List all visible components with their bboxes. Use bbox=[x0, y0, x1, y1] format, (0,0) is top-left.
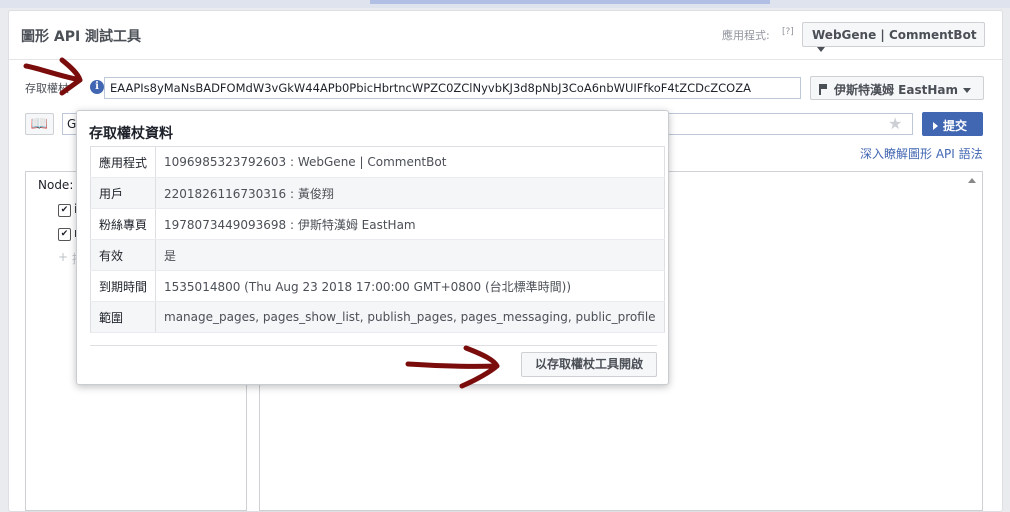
popover-title: 存取權杖資料 bbox=[89, 126, 173, 142]
top-strip-highlight bbox=[370, 0, 770, 4]
row-value: 1535014800 (Thu Aug 23 2018 17:00:00 GMT… bbox=[155, 270, 665, 302]
app-select-label: WebGene | CommentBot bbox=[812, 28, 977, 42]
app-label: 應用程式: bbox=[722, 29, 770, 42]
chevron-down-icon bbox=[817, 47, 825, 52]
field-checkbox[interactable]: ✔ bbox=[58, 228, 71, 241]
row-key: 到期時間 bbox=[90, 270, 157, 302]
row-value: manage_pages, pages_show_list, publish_p… bbox=[155, 301, 665, 333]
page-title: 圖形 API 測試工具 bbox=[21, 29, 142, 45]
table-row: 範圍 manage_pages, pages_show_list, publish… bbox=[90, 301, 665, 333]
field-checkbox[interactable]: ✔ bbox=[58, 204, 71, 217]
submit-label: 提交 bbox=[943, 119, 968, 133]
row-value: 1978073449093698 : 伊斯特漢姆 EastHam bbox=[155, 208, 665, 240]
node-label: Node: bbox=[38, 178, 74, 192]
token-info-table: 應用程式 1096985323792603 : WebGene | Comment… bbox=[90, 146, 665, 333]
play-icon bbox=[933, 122, 938, 130]
row-value: 是 bbox=[155, 239, 665, 271]
table-row: 用戶 2201826116730316 : 黃俊翔 bbox=[90, 177, 665, 209]
page-select[interactable]: 伊斯特漢姆 EastHam bbox=[810, 76, 984, 100]
help-link[interactable]: [?] bbox=[782, 27, 794, 37]
submit-button[interactable]: 提交 bbox=[922, 112, 983, 136]
top-strip bbox=[0, 0, 1010, 8]
row-key: 範圍 bbox=[90, 301, 157, 333]
panel-header: 圖形 API 測試工具 應用程式: [?] WebGene | CommentB… bbox=[9, 11, 1002, 60]
popover-divider bbox=[90, 345, 657, 346]
app-select[interactable]: WebGene | CommentBot bbox=[802, 22, 985, 52]
open-in-token-tool-button[interactable]: 以存取權杖工具開啟 bbox=[521, 352, 657, 377]
row-value: 2201826116730316 : 黃俊翔 bbox=[155, 177, 665, 209]
star-icon[interactable]: ★ bbox=[888, 114, 902, 133]
chevron-down-icon bbox=[963, 88, 971, 93]
row-key: 用戶 bbox=[90, 177, 157, 209]
token-label: 存取權杖 bbox=[25, 82, 69, 95]
row-key: 粉絲專頁 bbox=[90, 208, 157, 240]
query-path-input[interactable] bbox=[669, 113, 913, 135]
flag-icon bbox=[819, 84, 830, 95]
table-row: 有效是 bbox=[90, 239, 665, 271]
access-token-input[interactable]: EAAPIs8yMaNsBADFOMdW3vGkW44APb0PbicHbrtn… bbox=[104, 77, 801, 99]
table-row: 粉絲專頁 1978073449093698 : 伊斯特漢姆 EastHam bbox=[90, 208, 665, 240]
row-key: 有效 bbox=[90, 239, 157, 271]
row-key: 應用程式 bbox=[90, 146, 157, 178]
table-row: 到期時間 1535014800 (Thu Aug 23 2018 17:00:00… bbox=[90, 270, 665, 302]
token-info-popover: 存取權杖資料 應用程式 1096985323792603 : WebGene | … bbox=[76, 110, 669, 385]
info-icon[interactable]: i bbox=[90, 80, 104, 94]
book-icon[interactable]: 📖 bbox=[25, 113, 54, 135]
row-value: 1096985323792603 : WebGene | CommentBot bbox=[155, 146, 665, 178]
plus-icon[interactable]: + bbox=[58, 250, 68, 264]
learn-more-link[interactable]: 深入瞭解圖形 API 語法 bbox=[860, 145, 983, 162]
scroll-up-icon[interactable] bbox=[968, 178, 976, 183]
table-row: 應用程式 1096985323792603 : WebGene | Comment… bbox=[90, 146, 665, 178]
page-select-label: 伊斯特漢姆 EastHam bbox=[834, 83, 958, 97]
